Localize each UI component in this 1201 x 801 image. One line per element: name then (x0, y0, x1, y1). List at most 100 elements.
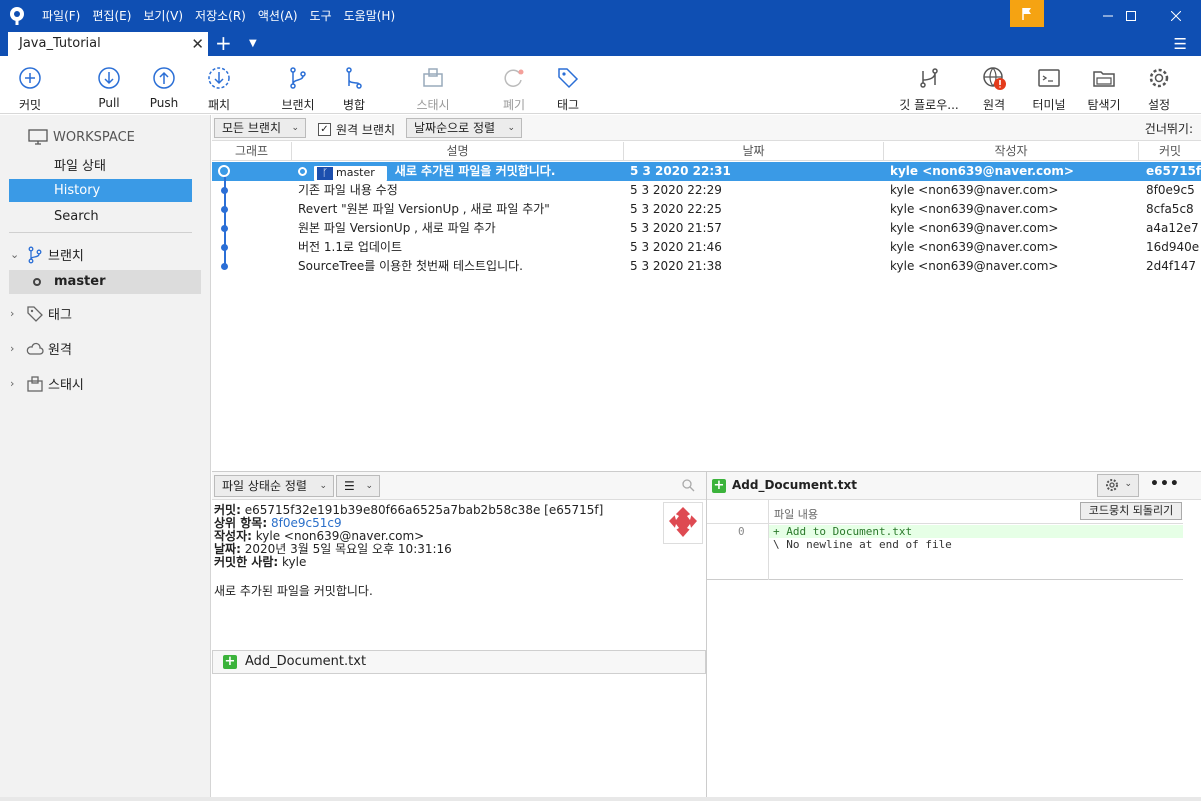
new-tab-icon[interactable]: + (215, 32, 232, 54)
merge-label: 병합 (342, 98, 366, 112)
tab-repository[interactable]: Java_Tutorial ✕ (8, 32, 208, 56)
menu-edit[interactable]: 편집(E) (92, 0, 131, 32)
hamburger-menu-icon[interactable]: ☰ (1174, 36, 1187, 52)
menu-help[interactable]: 도움말(H) (344, 0, 396, 32)
commit-author: kyle <non639@naver.com> (890, 259, 1059, 273)
chevron-down-icon: ⌄ (1124, 479, 1132, 489)
maximize-icon (1126, 11, 1136, 21)
file-sort-dropdown[interactable]: 파일 상태순 정렬 ⌄ (214, 475, 334, 497)
sidebar-section-branches[interactable]: ⌄ 브랜치 (10, 245, 84, 264)
hunk-divider (707, 523, 1183, 524)
column-date[interactable]: 날짜 (624, 142, 884, 161)
sidebar-section-remotes[interactable]: › 원격 (10, 339, 72, 358)
terminal-button[interactable]: 터미널 (1019, 62, 1079, 112)
commit-row[interactable]: Revert "원본 파일 VersionUp , 새로 파일 추가" 5 3 … (212, 200, 1201, 219)
commit-date: 5 3 2020 21:57 (630, 221, 722, 235)
sidebar-item-file-status[interactable]: 파일 상태 (9, 155, 192, 178)
diff-file-name: Add_Document.txt (732, 478, 858, 492)
view-mode-dropdown[interactable]: ☰ ⌄ (336, 475, 380, 497)
menu-actions[interactable]: 액션(A) (258, 0, 298, 32)
sidebar: WORKSPACE 파일 상태 History Search ⌄ 브랜치 mas… (0, 115, 211, 801)
chevron-right-icon: › (10, 342, 15, 355)
commit-row[interactable]: SourceTree를 이용한 첫번째 테스트입니다. 5 3 2020 21:… (212, 257, 1201, 276)
tab-dropdown-icon[interactable]: ▼ (249, 32, 257, 56)
column-commit[interactable]: 커밋 (1139, 142, 1201, 161)
menu-view[interactable]: 보기(V) (143, 0, 183, 32)
explorer-button[interactable]: 탐색기 (1074, 62, 1134, 112)
close-tab-icon[interactable]: ✕ (191, 32, 204, 56)
menu-tools[interactable]: 도구 (310, 0, 332, 32)
commit-row[interactable]: 원본 파일 VersionUp , 새로 파일 추가 5 3 2020 21:5… (212, 219, 1201, 238)
committer-value: kyle (282, 555, 307, 569)
commit-author: kyle <non639@naver.com> (890, 183, 1059, 197)
head-indicator-icon (33, 278, 41, 286)
sidebar-divider (9, 232, 192, 233)
flag-button[interactable] (1010, 0, 1044, 27)
tab-title: Java_Tutorial (19, 36, 101, 51)
branch-label: 브랜치 (281, 98, 315, 112)
explorer-label: 탐색기 (1087, 98, 1121, 112)
sidebar-item-master[interactable]: master (9, 270, 201, 294)
file-added-icon: + (712, 478, 726, 493)
changed-file-name: Add_Document.txt (245, 654, 367, 669)
column-graph[interactable]: 그래프 (212, 142, 292, 161)
close-window-button[interactable] (1153, 0, 1199, 32)
maximize-button[interactable] (1108, 0, 1154, 32)
merge-button[interactable]: 병합 (324, 62, 384, 112)
gear-icon (1149, 68, 1169, 88)
commit-description: Revert "원본 파일 VersionUp , 새로 파일 추가" (298, 202, 550, 216)
column-author[interactable]: 작성자 (884, 142, 1139, 161)
parent-link[interactable]: 8f0e9c51c9 (271, 516, 342, 530)
pull-button[interactable]: Pull (79, 62, 139, 110)
sourcetree-logo-icon (10, 7, 24, 25)
commit-description: 기존 파일 내용 수정 (298, 183, 398, 197)
sort-dropdown[interactable]: 날짜순으로 정렬 ⌄ (406, 118, 522, 138)
discard-button[interactable]: 폐기 (484, 62, 544, 112)
push-icon (153, 67, 175, 89)
remote-branches-checkbox[interactable]: ✓ 원격 브랜치 (318, 121, 395, 138)
sidebar-item-search[interactable]: Search (9, 205, 192, 228)
revert-hunk-button[interactable]: 코드뭉치 되돌리기 (1080, 502, 1182, 520)
folder-icon (1093, 71, 1115, 87)
branch-filter-dropdown[interactable]: 모든 브랜치 ⌄ (214, 118, 306, 138)
gitflow-label: 깃 플로우... (899, 98, 959, 112)
title-bar: 파일(F) 편집(E) 보기(V) 저장소(R) 액션(A) 도구 도움말(H) (0, 0, 1201, 32)
author-label: 작성자: (214, 529, 252, 543)
branch-badge: ᚴ master (314, 166, 387, 181)
gitflow-button[interactable]: 깃 플로우... (899, 62, 959, 112)
commit-row[interactable]: 기존 파일 내용 수정 5 3 2020 22:29 kyle <non639@… (212, 181, 1201, 200)
graph-line (224, 171, 226, 267)
menu-bar: 파일(F) 편집(E) 보기(V) 저장소(R) 액션(A) 도구 도움말(H) (42, 0, 407, 32)
remotes-label: 원격 (48, 343, 72, 358)
remote-button[interactable]: 원격 (964, 62, 1024, 112)
branch-button[interactable]: 브랜치 (268, 62, 328, 112)
commit-icon (19, 67, 41, 89)
toolbar: 커밋 Pull Push 패치 브랜치 병합 스태시 폐기 태그 깃 플로우..… (0, 56, 1201, 114)
sidebar-section-tags[interactable]: › 태그 (10, 304, 72, 323)
changed-file-row[interactable]: + Add_Document.txt (212, 650, 706, 674)
details-toolbar: 파일 상태순 정렬 ⌄ ☰ ⌄ (212, 472, 706, 500)
stash-button[interactable]: 스태시 (403, 62, 463, 112)
push-button[interactable]: Push (134, 62, 194, 110)
search-icon[interactable] (682, 479, 695, 492)
diff-options-dropdown[interactable]: ⌄ (1097, 474, 1139, 497)
column-description[interactable]: 설명 (292, 142, 624, 161)
commit-description: ᚴ master 새로 추가된 파일을 커밋합니다. (298, 162, 555, 181)
commit-button[interactable]: 커밋 (0, 62, 60, 112)
chevron-down-icon: ⌄ (291, 123, 299, 133)
commit-row[interactable]: ᚴ master 새로 추가된 파일을 커밋합니다. 5 3 2020 22:31 … (212, 162, 1201, 181)
diff-hunk: 파일 내용 코드뭉치 되돌리기 0 + Add to Document.txt … (707, 500, 1183, 580)
settings-button[interactable]: 설정 (1129, 62, 1189, 112)
fetch-label: 패치 (207, 98, 231, 112)
commit-row[interactable]: 버전 1.1로 업데이트 5 3 2020 21:46 kyle <non639… (212, 238, 1201, 257)
sidebar-section-stashes[interactable]: › 스태시 (10, 374, 84, 393)
fetch-button[interactable]: 패치 (189, 62, 249, 112)
commit-hash: 2d4f147 (1146, 259, 1197, 273)
more-options-icon[interactable]: ••• (1150, 476, 1180, 492)
no-newline-note: \ No newline at end of file (773, 538, 952, 551)
menu-repository[interactable]: 저장소(R) (195, 0, 246, 32)
menu-file[interactable]: 파일(F) (42, 0, 80, 32)
settings-label: 설정 (1147, 98, 1171, 112)
tag-button[interactable]: 태그 (538, 62, 598, 112)
sidebar-item-history[interactable]: History (9, 179, 192, 202)
